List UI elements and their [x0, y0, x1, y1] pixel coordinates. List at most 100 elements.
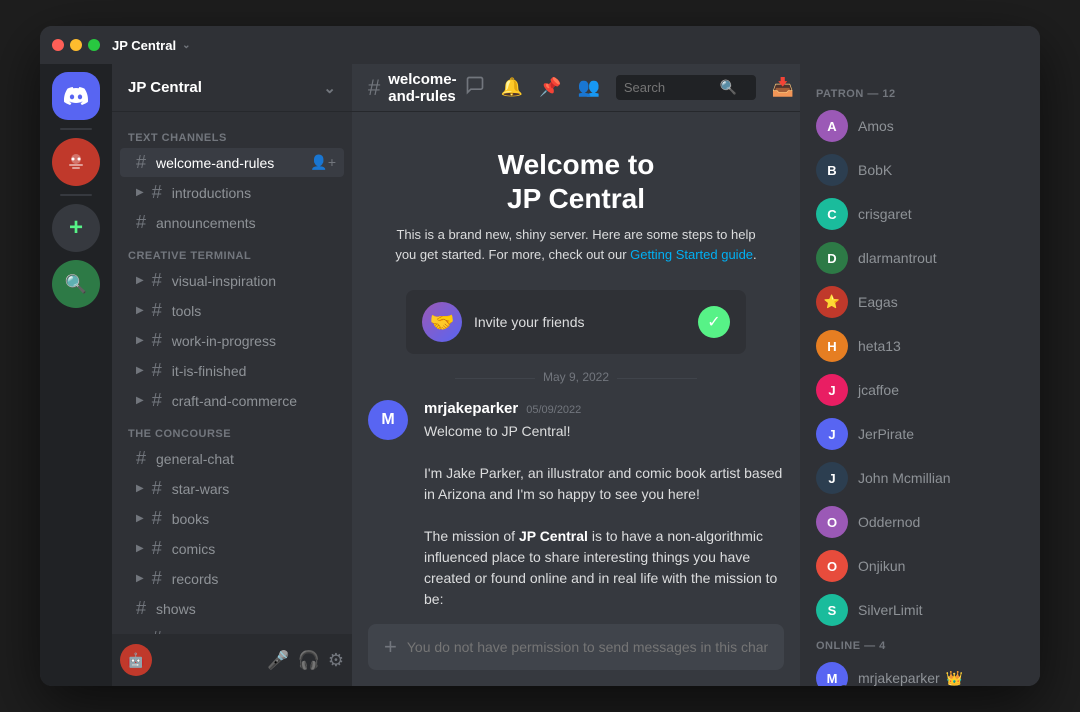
window-controls	[52, 39, 100, 51]
expand-icon: ▶	[136, 543, 144, 554]
search-bar[interactable]: 🔍	[616, 75, 756, 100]
channel-item-books[interactable]: ▶ # books	[120, 504, 344, 533]
channel-item-work-in-progress[interactable]: ▶ # work-in-progress	[120, 326, 344, 355]
message-timestamp: 05/09/2022	[526, 404, 581, 416]
member-avatar-dlarmantrout: D	[816, 242, 848, 274]
member-avatar-heta13: H	[816, 330, 848, 362]
channel-item-craft-and-commerce[interactable]: ▶ # craft-and-commerce	[120, 386, 344, 415]
member-mrjakeparker[interactable]: M mrjakeparker 👑	[808, 656, 1032, 686]
chat-input-area: +	[352, 624, 800, 686]
member-jcaffoe[interactable]: J jcaffoe	[808, 368, 1032, 412]
hash-icon: #	[152, 478, 162, 499]
member-name-jcaffoe: jcaffoe	[858, 382, 899, 398]
message-header: mrjakeparker 05/09/2022	[424, 400, 784, 417]
server-icon-discord[interactable]	[52, 72, 100, 120]
server-icon-jp[interactable]	[52, 138, 100, 186]
members-sidebar: PATRON — 12 A Amos B BobK C crisgaret D …	[800, 64, 1040, 686]
channel-item-shows[interactable]: # shows	[120, 594, 344, 623]
expand-icon: ▶	[136, 335, 144, 346]
channel-item-comics[interactable]: ▶ # comics	[120, 534, 344, 563]
member-oddernod[interactable]: O Oddernod	[808, 500, 1032, 544]
hash-icon: #	[152, 330, 162, 351]
server-list: + 🔍	[40, 64, 112, 686]
main-content: # welcome-and-rules 🔔 📌 👥 🔍 �	[352, 64, 800, 686]
member-john[interactable]: J John Mcmillian	[808, 456, 1032, 500]
member-name-amos: Amos	[858, 118, 894, 134]
channel-group-text: TEXT CHANNELS	[112, 120, 352, 148]
add-server-button[interactable]: +	[52, 204, 100, 252]
message-input	[407, 639, 768, 655]
channel-item-announcements[interactable]: # announcements	[120, 208, 344, 237]
hash-icon: #	[152, 300, 162, 321]
pin-icon[interactable]: 📌	[539, 77, 561, 98]
expand-icon: ▶	[136, 275, 144, 286]
attach-icon[interactable]: +	[384, 634, 397, 660]
hash-icon: #	[152, 270, 162, 291]
expand-icon: ▶	[136, 187, 144, 198]
channel-group-creative: CREATIVE TERMINAL	[112, 238, 352, 266]
member-eagas[interactable]: ⭐ Eagas	[808, 280, 1032, 324]
invite-avatar: 🤝	[422, 302, 462, 342]
search-input[interactable]	[624, 80, 714, 95]
channel-item-movies[interactable]: ▶ # movies	[120, 624, 344, 634]
message-avatar: M	[368, 400, 408, 440]
server-divider-2	[60, 194, 92, 196]
invite-check-icon: ✓	[698, 306, 730, 338]
member-jerpirate[interactable]: J JerPirate	[808, 412, 1032, 456]
channel-item-introductions[interactable]: ▶ # introductions	[120, 178, 344, 207]
explore-servers-button[interactable]: 🔍	[52, 260, 100, 308]
hash-icon: #	[152, 508, 162, 529]
member-avatar-oddernod: O	[816, 506, 848, 538]
message-username: mrjakeparker	[424, 400, 518, 417]
member-name-heta13: heta13	[858, 338, 901, 354]
settings-icon[interactable]: ⚙	[328, 650, 344, 671]
window-title[interactable]: JP Central ⌄	[112, 38, 190, 53]
member-avatar-amos: A	[816, 110, 848, 142]
getting-started-link[interactable]: Getting Started guide	[630, 247, 753, 262]
member-silverlimit[interactable]: S SilverLimit	[808, 588, 1032, 632]
channel-item-records[interactable]: ▶ # records	[120, 564, 344, 593]
member-avatar-jerpirate: J	[816, 418, 848, 450]
hash-icon: #	[152, 568, 162, 589]
members-icon[interactable]: 👥	[577, 77, 599, 98]
hash-icon: #	[152, 628, 162, 634]
member-amos[interactable]: A Amos	[808, 104, 1032, 148]
channel-item-general-chat[interactable]: # general-chat	[120, 444, 344, 473]
member-crisgaret[interactable]: C crisgaret	[808, 192, 1032, 236]
channel-list: TEXT CHANNELS # welcome-and-rules 👤+ ▶ #…	[112, 112, 352, 634]
app-window: JP Central ⌄ +	[40, 26, 1040, 686]
member-bobk[interactable]: B BobK	[808, 148, 1032, 192]
add-user-icon[interactable]: 👤+	[310, 154, 336, 171]
channel-item-welcome-and-rules[interactable]: # welcome-and-rules 👤+	[120, 148, 344, 177]
expand-icon: ▶	[136, 395, 144, 406]
channel-item-star-wars[interactable]: ▶ # star-wars	[120, 474, 344, 503]
member-heta13[interactable]: H heta13	[808, 324, 1032, 368]
expand-icon: ▶	[136, 483, 144, 494]
server-divider	[60, 128, 92, 130]
threads-icon[interactable]	[465, 75, 485, 100]
channel-item-it-is-finished[interactable]: ▶ # it-is-finished	[120, 356, 344, 385]
member-dlarmantrout[interactable]: D dlarmantrout	[808, 236, 1032, 280]
close-button[interactable]	[52, 39, 64, 51]
sidebar-footer: 🤖 🎤 🎧 ⚙	[112, 634, 352, 686]
channel-item-tools[interactable]: ▶ # tools	[120, 296, 344, 325]
member-onjikun[interactable]: O Onjikun	[808, 544, 1032, 588]
bell-icon[interactable]: 🔔	[501, 77, 523, 98]
headphone-icon[interactable]: 🎧	[297, 650, 319, 671]
inbox-icon[interactable]: 📥	[772, 77, 794, 98]
maximize-button[interactable]	[88, 39, 100, 51]
server-name-header[interactable]: JP Central ⌄	[112, 64, 352, 112]
patron-group-label: PATRON — 12	[800, 80, 1040, 104]
welcome-title: Welcome toJP Central	[392, 148, 760, 215]
messages-area: Welcome toJP Central This is a brand new…	[352, 112, 800, 624]
mic-icon[interactable]: 🎤	[267, 650, 289, 671]
invite-text: Invite your friends	[474, 314, 686, 330]
member-avatar-bobk: B	[816, 154, 848, 186]
channel-item-visual-inspiration[interactable]: ▶ # visual-inspiration	[120, 266, 344, 295]
hash-icon: #	[152, 538, 162, 559]
minimize-button[interactable]	[70, 39, 82, 51]
member-name-crisgaret: crisgaret	[858, 206, 912, 222]
member-avatar-mrjakeparker: M	[816, 662, 848, 686]
member-name-eagas: Eagas	[858, 294, 898, 310]
member-name-mrjakeparker: mrjakeparker 👑	[858, 670, 963, 687]
